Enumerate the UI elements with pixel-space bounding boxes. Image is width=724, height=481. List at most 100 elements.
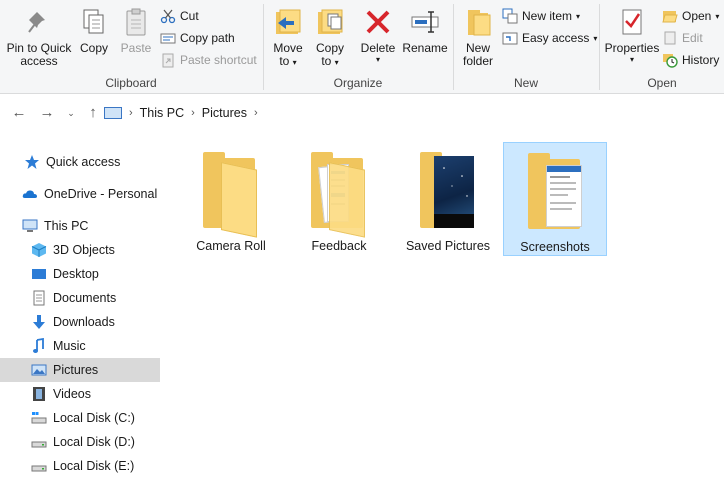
back-arrow-icon[interactable]: ←	[9, 103, 29, 123]
new-item-button[interactable]: New item ▾	[502, 6, 580, 26]
new-folder-button[interactable]: New folder	[458, 4, 498, 68]
open-group: Properties ▾ Open ▾ Edit History Open	[600, 0, 724, 94]
open-group-label: Open	[647, 76, 677, 90]
nav-item-label: Downloads	[53, 315, 115, 329]
nav-item-quick-access[interactable]: Quick access	[0, 150, 160, 174]
rename-button[interactable]: Rename	[402, 4, 448, 55]
new-item-caret-icon: ▾	[576, 11, 581, 21]
nav-item-onedrive[interactable]: OneDrive - Personal	[0, 182, 160, 206]
screenshot-thumbnail	[546, 165, 582, 227]
cube-icon	[31, 242, 47, 258]
paste-shortcut-button[interactable]: Paste shortcut	[160, 50, 257, 70]
nav-item-downloads[interactable]: Downloads	[0, 310, 160, 334]
clipboard-group-label: Clipboard	[105, 76, 157, 90]
copy-to-button[interactable]: Copy to ▾	[312, 4, 348, 68]
easy-access-button[interactable]: Easy access ▾	[502, 28, 597, 48]
music-note-icon	[31, 337, 47, 354]
nav-item-videos[interactable]: Videos	[0, 382, 160, 406]
copy-to-caret-icon: ▾	[334, 58, 339, 67]
paste-shortcut-icon	[160, 52, 176, 68]
address-bar[interactable]: › This PC › Pictures ›	[104, 101, 724, 125]
nav-item-this-pc[interactable]: This PC	[0, 214, 160, 238]
edit-button[interactable]: Edit	[662, 28, 703, 48]
new-group: New folder New item ▾ Easy access ▾ New	[454, 0, 598, 94]
new-folder-label-2: folder	[462, 54, 494, 68]
nav-item-label: Local Disk (E:)	[53, 459, 135, 473]
copy-path-button[interactable]: Copy path	[160, 28, 235, 48]
nav-item-label: Quick access	[46, 155, 121, 169]
move-to-button[interactable]: Move to ▾	[270, 4, 306, 68]
pin-icon	[23, 6, 55, 38]
pin-to-quick-access-button[interactable]: Pin to Quick access	[4, 4, 74, 68]
nav-item-desktop[interactable]: Desktop	[0, 262, 160, 286]
folder-tile[interactable]: Feedback	[287, 142, 391, 256]
nav-item-label: Pictures	[53, 363, 99, 377]
paste-shortcut-label: Paste shortcut	[180, 53, 257, 67]
folder-name: Saved Pictures	[405, 239, 491, 253]
nav-item-local-disk-e[interactable]: Local Disk (E:)	[0, 454, 160, 478]
cut-button[interactable]: Cut	[160, 6, 199, 26]
properties-button[interactable]: Properties ▾	[602, 4, 662, 64]
folder-tile[interactable]: Camera Roll	[179, 142, 283, 256]
breadcrumb-separator-icon: ›	[129, 107, 133, 119]
folder-icon	[420, 152, 476, 232]
nav-item-label: Local Disk (D:)	[53, 435, 135, 449]
nav-item-pictures[interactable]: Pictures	[0, 358, 160, 382]
paste-button[interactable]: Paste	[116, 4, 156, 55]
folder-icon	[311, 152, 367, 238]
breadcrumb-pictures[interactable]: Pictures	[202, 106, 247, 120]
new-folder-icon	[462, 6, 494, 38]
nav-item-3d-objects[interactable]: 3D Objects	[0, 238, 160, 262]
nav-item-label: 3D Objects	[53, 243, 115, 257]
easy-access-label: Easy access	[522, 31, 590, 45]
folder-icon	[528, 153, 584, 233]
up-arrow-icon[interactable]: ↑	[83, 103, 103, 123]
forward-arrow-icon[interactable]: →	[37, 103, 57, 123]
folder-tile[interactable]: Screenshots	[503, 142, 607, 256]
image-thumbnail	[434, 156, 474, 228]
easy-access-caret-icon: ▾	[593, 33, 598, 43]
disk-icon	[31, 458, 47, 474]
nav-item-music[interactable]: Music	[0, 334, 160, 358]
nav-item-local-disk-d[interactable]: Local Disk (D:)	[0, 430, 160, 454]
navigation-bar: ← → ⌄ ↑ › This PC › Pictures ›	[0, 95, 724, 131]
folder-tile[interactable]: Saved Pictures	[396, 142, 500, 256]
history-icon	[662, 52, 678, 68]
breadcrumb-this-pc[interactable]: This PC	[140, 106, 184, 120]
delete-label: Delete	[360, 41, 396, 55]
document-icon	[31, 290, 47, 306]
history-button[interactable]: History	[662, 50, 719, 70]
move-to-label-to: to	[279, 54, 290, 68]
nav-item-label: OneDrive - Personal	[44, 187, 158, 201]
folder-name: Feedback	[311, 239, 367, 253]
nav-item-documents[interactable]: Documents	[0, 286, 160, 310]
recent-locations-chevron-icon[interactable]: ⌄	[61, 103, 81, 123]
nav-item-label: Desktop	[53, 267, 99, 281]
open-caret-icon: ▾	[715, 11, 720, 21]
copy-to-label-2: to ▾	[312, 55, 348, 68]
copy-button[interactable]: Copy	[76, 4, 112, 55]
pictures-icon	[31, 362, 47, 378]
disk-icon	[31, 434, 47, 450]
file-list: Camera Roll Feedback Saved Pictures Scre…	[165, 140, 724, 481]
nav-item-label: This PC	[44, 219, 89, 233]
rename-icon	[409, 6, 441, 38]
open-button[interactable]: Open ▾	[662, 6, 719, 26]
edit-label: Edit	[682, 31, 703, 45]
properties-caret-icon: ▾	[629, 55, 634, 64]
easy-access-icon	[502, 30, 518, 46]
new-item-icon	[502, 8, 518, 24]
nav-item-label: Documents	[53, 291, 117, 305]
film-icon	[31, 386, 47, 402]
copy-icon	[78, 6, 110, 38]
open-folder-icon	[662, 8, 678, 24]
nav-item-local-disk-c[interactable]: Local Disk (C:)	[0, 406, 160, 430]
new-item-label: New item	[522, 9, 573, 23]
star-icon	[24, 154, 40, 170]
rename-label: Rename	[402, 41, 448, 55]
folder-name: Camera Roll	[196, 239, 266, 253]
breadcrumb-separator-icon: ›	[253, 107, 258, 119]
delete-button[interactable]: Delete ▾	[360, 4, 396, 64]
organize-group-label: Organize	[333, 76, 383, 90]
clipboard-icon	[120, 6, 152, 38]
